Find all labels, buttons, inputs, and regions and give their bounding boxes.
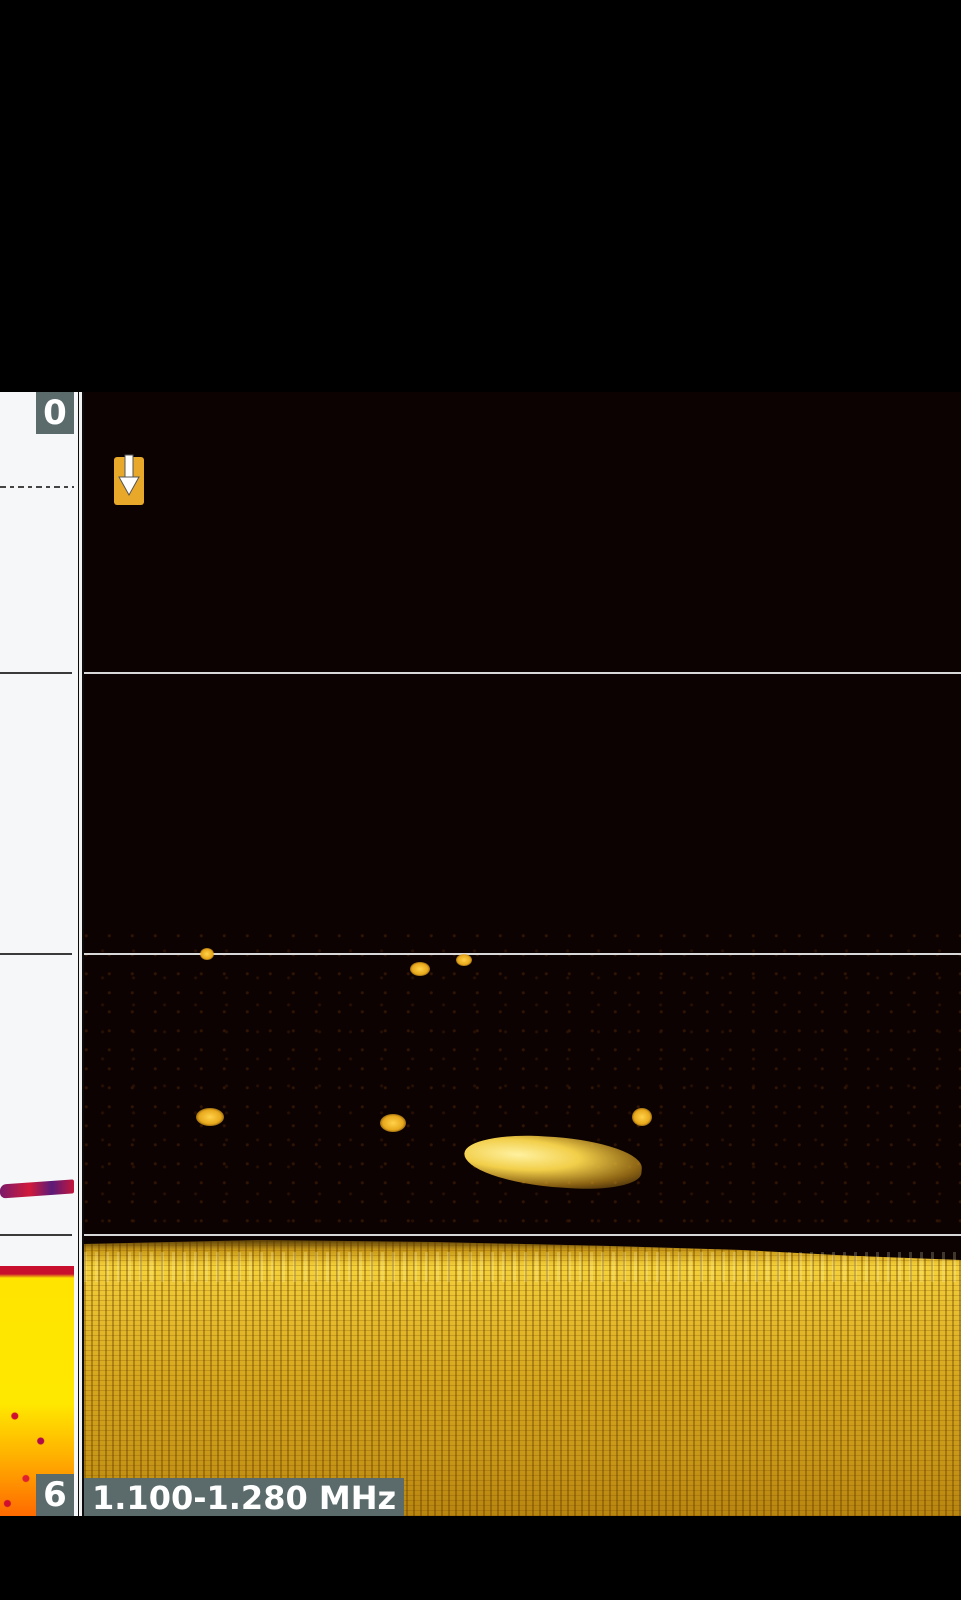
depth-grid-line	[84, 672, 961, 674]
depth-grid-line	[84, 1234, 961, 1236]
surface-clutter	[0, 486, 74, 488]
down-imaging-view[interactable]	[84, 392, 961, 1516]
strip-fish-arch	[0, 1179, 74, 1199]
sonar-screen: 0 6 1.100-1.280 MHz	[0, 392, 961, 1516]
fish-target	[456, 954, 472, 966]
bottom-texture	[84, 1252, 961, 1282]
depth-scale-top: 0	[36, 392, 74, 434]
cursor-marker[interactable]	[114, 454, 144, 505]
fish-target	[410, 962, 430, 976]
strip-depth-line	[0, 672, 72, 674]
strip-depth-line	[0, 1234, 72, 1236]
depth-scale-bottom: 6	[36, 1474, 74, 1516]
fish-target	[632, 1108, 652, 1126]
frequency-label: 1.100-1.280 MHz	[84, 1478, 405, 1516]
traditional-sonar-strip	[0, 392, 78, 1516]
down-arrow-icon	[118, 454, 140, 497]
strip-depth-line	[0, 953, 72, 955]
water-column-noise	[84, 932, 961, 1232]
depth-grid-line	[84, 953, 961, 955]
fish-target	[196, 1108, 224, 1126]
fish-target	[200, 948, 214, 960]
fish-target	[380, 1114, 406, 1132]
